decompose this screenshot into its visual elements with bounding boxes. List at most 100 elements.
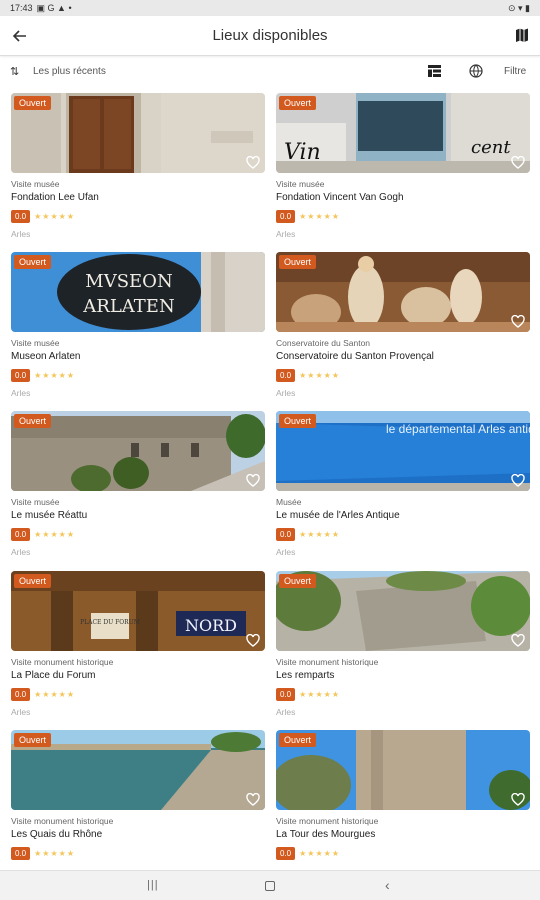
heart-icon[interactable]: [511, 474, 525, 487]
star-icons: ★★★★★: [34, 530, 75, 539]
place-city: Arles: [11, 229, 31, 239]
grid-view-icon[interactable]: [428, 65, 441, 77]
place-name: Fondation Vincent Van Gogh: [276, 192, 404, 203]
rating: 0.0 ★★★★★: [276, 369, 340, 382]
status-badge: Ouvert: [279, 733, 317, 747]
place-name: La Place du Forum: [11, 670, 96, 681]
heart-icon[interactable]: [246, 474, 260, 487]
place-image: le départemental Arles antique Ouvert: [276, 411, 530, 491]
place-city: Arles: [276, 707, 296, 717]
place-city: Arles: [11, 707, 31, 717]
page-title: Lieux disponibles: [212, 27, 328, 44]
place-city: Arles: [11, 388, 31, 398]
heart-icon[interactable]: [246, 156, 260, 169]
place-image: Ouvert: [11, 411, 265, 491]
status-time: 17:43: [10, 3, 33, 13]
rating: 0.0 ★★★★★: [276, 528, 340, 541]
place-image: PLACE DU FORUM NORD Ouvert: [11, 571, 265, 651]
status-badge: Ouvert: [14, 414, 52, 428]
place-category: Visite musée: [11, 497, 60, 507]
place-category: Visite monument historique: [11, 816, 114, 826]
place-name: Les Quais du Rhône: [11, 829, 103, 840]
status-badge: Ouvert: [279, 96, 317, 110]
system-nav-bar: ||| ‹: [0, 870, 540, 900]
heart-icon[interactable]: [511, 634, 525, 647]
star-icons: ★★★★★: [34, 690, 75, 699]
rating: 0.0 ★★★★★: [276, 210, 340, 223]
place-card[interactable]: Ouvert Visite musée Le musée Réattu 0.0 …: [11, 411, 265, 566]
place-card[interactable]: Vin cent Ouvert Visite musée Fondation V…: [276, 93, 530, 248]
rating-score: 0.0: [276, 369, 296, 382]
place-name: Fondation Lee Ufan: [11, 192, 99, 203]
star-icons: ★★★★★: [34, 849, 75, 858]
heart-icon[interactable]: [246, 634, 260, 647]
place-name: Museon Arlaten: [11, 351, 81, 362]
filter-bar: ⇅ Les plus récents Filtre: [0, 60, 540, 84]
van-gogh-left-text: Vin: [284, 140, 321, 165]
place-category: Visite musée: [276, 179, 325, 189]
place-card[interactable]: Ouvert Visite musée Fondation Lee Ufan 0…: [11, 93, 265, 248]
globe-icon[interactable]: [469, 64, 483, 78]
star-icons: ★★★★★: [34, 212, 75, 221]
recent-apps-icon[interactable]: |||: [147, 879, 159, 891]
heart-icon[interactable]: [511, 315, 525, 328]
place-card[interactable]: le départemental Arles antique Ouvert Mu…: [276, 411, 530, 566]
notification-icons: ▣ G ▲ •: [36, 2, 72, 13]
sort-dropdown[interactable]: Les plus récents: [33, 66, 106, 77]
place-city: Arles: [276, 388, 296, 398]
rating-score: 0.0: [11, 369, 31, 382]
place-name: Le musée Réattu: [11, 510, 88, 521]
star-icons: ★★★★★: [299, 371, 340, 380]
place-card[interactable]: Ouvert Visite monument historique Les re…: [276, 571, 530, 726]
place-category: Visite monument historique: [276, 657, 379, 667]
heart-icon[interactable]: [511, 156, 525, 169]
place-name: Le musée de l'Arles Antique: [276, 510, 400, 521]
star-icons: ★★★★★: [299, 212, 340, 221]
van-gogh-right-text: cent: [471, 137, 511, 158]
forum-sign-text: PLACE DU FORUM: [80, 619, 140, 626]
place-category: Musée: [276, 497, 302, 507]
rating: 0.0 ★★★★★: [11, 210, 75, 223]
place-category: Visite musée: [11, 338, 60, 348]
place-image: Ouvert: [276, 252, 530, 332]
home-icon[interactable]: [265, 881, 275, 891]
place-card[interactable]: Ouvert Visite monument historique Les Qu…: [11, 730, 265, 885]
rating: 0.0 ★★★★★: [276, 847, 340, 860]
status-badge: Ouvert: [279, 574, 317, 588]
sort-icon[interactable]: ⇅: [10, 65, 19, 78]
place-card[interactable]: MVSEON ARLATEN Ouvert Visite musée Museo…: [11, 252, 265, 407]
status-bar: 17:43 ▣ G ▲ • ⊙ ▾ ▮: [0, 0, 540, 16]
rating-score: 0.0: [11, 210, 31, 223]
place-card[interactable]: PLACE DU FORUM NORD Ouvert Visite monume…: [11, 571, 265, 726]
place-image: Ouvert: [276, 730, 530, 810]
rating: 0.0 ★★★★★: [11, 369, 75, 382]
place-name: La Tour des Mourgues: [276, 829, 376, 840]
map-icon[interactable]: [514, 27, 530, 43]
place-card[interactable]: Ouvert Visite monument historique La Tou…: [276, 730, 530, 885]
rating-score: 0.0: [11, 688, 31, 701]
star-icons: ★★★★★: [299, 849, 340, 858]
rating-score: 0.0: [276, 688, 296, 701]
place-card[interactable]: Ouvert Conservatoire du Santon Conservat…: [276, 252, 530, 407]
back-nav-icon[interactable]: ‹: [385, 877, 390, 893]
place-image: Ouvert: [276, 571, 530, 651]
forum-neon-text: NORD: [185, 616, 237, 635]
filter-button[interactable]: Filtre: [504, 66, 526, 77]
status-badge: Ouvert: [279, 414, 317, 428]
star-icons: ★★★★★: [34, 371, 75, 380]
place-category: Visite monument historique: [11, 657, 114, 667]
rating: 0.0 ★★★★★: [11, 528, 75, 541]
heart-icon[interactable]: [511, 793, 525, 806]
status-badge: Ouvert: [279, 255, 317, 269]
rating-score: 0.0: [276, 210, 296, 223]
rating: 0.0 ★★★★★: [276, 688, 340, 701]
rating: 0.0 ★★★★★: [11, 847, 75, 860]
place-category: Visite monument historique: [276, 816, 379, 826]
status-badge: Ouvert: [14, 574, 52, 588]
antique-wall-text: le départemental Arles antique: [386, 422, 530, 436]
heart-icon[interactable]: [246, 793, 260, 806]
place-category: Visite musée: [11, 179, 60, 189]
rating-score: 0.0: [276, 847, 296, 860]
place-name: Conservatoire du Santon Provençal: [276, 351, 434, 362]
place-image: MVSEON ARLATEN Ouvert: [11, 252, 265, 332]
